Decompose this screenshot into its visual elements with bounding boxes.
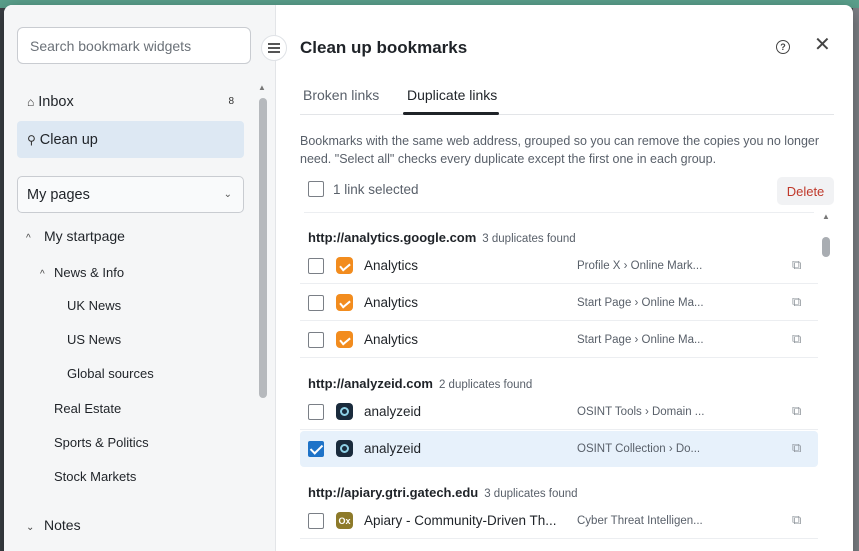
tree-item-uk-news[interactable]: UK News <box>67 298 121 313</box>
tree-item-label: My startpage <box>44 228 125 244</box>
group-url: http://analytics.google.com <box>308 230 477 245</box>
sidebar-scrollbar[interactable] <box>259 98 267 398</box>
table-row[interactable]: analyzeid OSINT Tools › Domain ... ⧉ <box>300 394 818 430</box>
google-analytics-favicon-icon <box>336 294 353 311</box>
tree-item-notes[interactable]: ⌄ Notes <box>26 517 81 533</box>
duplicate-count: 3 duplicates found <box>482 233 576 245</box>
list-scrollbar[interactable] <box>822 237 830 257</box>
tab-duplicate-links[interactable]: Duplicate links <box>407 87 497 103</box>
tree-item-news-info[interactable]: ^ News & Info <box>40 265 124 280</box>
sidebar-item-inbox[interactable]: ⌂ Inbox 8 <box>17 83 244 120</box>
external-link-icon[interactable]: ⧉ <box>792 294 801 310</box>
duplicate-count: 2 duplicates found <box>438 379 533 391</box>
scroll-up-arrow-icon[interactable]: ▲ <box>822 212 830 221</box>
duplicate-count: 3 duplicates found <box>484 488 578 500</box>
table-row[interactable]: analyzeid OSINT Collection › Do... ⧉ <box>300 431 818 467</box>
page-title: Clean up bookmarks <box>300 38 468 57</box>
bookmark-path: Profile X › Online Mark... <box>577 260 703 272</box>
tree-item-real-estate[interactable]: Real Estate <box>54 401 121 416</box>
sidebar-item-label: Clean up <box>39 131 98 148</box>
bookmark-path: Start Page › Online Ma... <box>577 334 704 346</box>
group-header: http://analyzeid.com 2 duplicates found <box>308 376 532 391</box>
select-all-row: 1 link selected <box>308 181 419 197</box>
sidebar-toggle-button[interactable] <box>261 35 287 61</box>
table-row[interactable]: Analytics Profile X › Online Mark... ⧉ <box>300 248 818 284</box>
tree-item-label: Notes <box>44 517 81 533</box>
bookmark-path: OSINT Tools › Domain ... <box>577 406 705 418</box>
tree-item-us-news[interactable]: US News <box>67 332 121 347</box>
google-analytics-favicon-icon <box>336 331 353 348</box>
external-link-icon[interactable]: ⧉ <box>792 257 801 273</box>
row-checkbox[interactable] <box>308 513 324 529</box>
analyzeid-favicon-icon <box>336 403 353 420</box>
inbox-icon: ⌂ <box>27 94 35 109</box>
group-header: http://apiary.gtri.gatech.edu 3 duplicate… <box>308 485 578 500</box>
bookmark-path: Cyber Threat Intelligen... <box>577 515 703 527</box>
table-row[interactable]: Ox Apiary - Community-Driven Th... Cyber… <box>300 503 818 539</box>
bookmark-name: analyzeid <box>364 404 422 419</box>
scroll-up-arrow-icon[interactable]: ▲ <box>258 83 266 92</box>
external-link-icon[interactable]: ⧉ <box>792 440 801 456</box>
divider <box>304 212 814 213</box>
tab-broken-links[interactable]: Broken links <box>303 87 379 103</box>
bookmark-name: Analytics <box>364 332 419 347</box>
main-panel: Clean up bookmarks ? ✕ Broken links Dupl… <box>276 5 853 551</box>
sidebar: Search bookmark widgets ⌂ Inbox 8 ⚲ Clea… <box>4 5 276 551</box>
bookmark-name: analyzeid <box>364 441 422 456</box>
apiary-favicon-icon: Ox <box>336 512 353 529</box>
bookmark-path: Start Page › Online Ma... <box>577 297 704 309</box>
tree-item-global-sources[interactable]: Global sources <box>67 366 154 381</box>
group-url: http://analyzeid.com <box>308 376 433 391</box>
menu-icon <box>268 47 280 49</box>
google-analytics-favicon-icon <box>336 257 353 274</box>
help-icon[interactable]: ? <box>776 40 790 54</box>
chevron-up-icon: ^ <box>26 233 31 244</box>
pages-dropdown-value: My pages <box>27 187 90 203</box>
selection-count-label: 1 link selected <box>333 181 419 197</box>
select-all-checkbox[interactable] <box>308 181 324 197</box>
tree-item-sports-politics[interactable]: Sports & Politics <box>54 435 149 450</box>
external-link-icon[interactable]: ⧉ <box>792 331 801 347</box>
bookmark-path: OSINT Collection › Do... <box>577 443 701 455</box>
chevron-up-icon: ^ <box>40 269 45 280</box>
inbox-count-badge: 8 <box>228 96 234 107</box>
external-link-icon[interactable]: ⧉ <box>792 403 801 419</box>
bookmark-name: Analytics <box>364 258 419 273</box>
analyzeid-favicon-icon <box>336 440 353 457</box>
background-edge <box>853 8 859 551</box>
tree-item-my-startpage[interactable]: ^ My startpage <box>26 228 125 244</box>
row-checkbox[interactable] <box>308 332 324 348</box>
external-link-icon[interactable]: ⧉ <box>792 512 801 528</box>
group-url: http://apiary.gtri.gatech.edu <box>308 485 479 500</box>
bookmark-name: Analytics <box>364 295 419 310</box>
sidebar-item-cleanup[interactable]: ⚲ Clean up <box>17 121 244 158</box>
close-icon[interactable]: ✕ <box>814 35 831 55</box>
description-text: Bookmarks with the same web address, gro… <box>300 134 820 166</box>
delete-button[interactable]: Delete <box>777 177 834 205</box>
table-row[interactable]: Analytics Start Page › Online Ma... ⧉ <box>300 285 818 321</box>
tree-item-stock-markets[interactable]: Stock Markets <box>54 469 136 484</box>
tree-item-label: News & Info <box>54 265 125 280</box>
pages-dropdown[interactable]: My pages ⌄ <box>17 176 244 213</box>
chevron-down-icon: ⌄ <box>26 522 35 533</box>
row-checkbox[interactable] <box>308 295 324 311</box>
chevron-down-icon: ⌄ <box>223 189 232 200</box>
row-checkbox[interactable] <box>308 441 324 457</box>
sidebar-item-label: Inbox <box>38 93 74 110</box>
bookmark-name: Apiary - Community-Driven Th... <box>364 513 557 528</box>
row-checkbox[interactable] <box>308 258 324 274</box>
search-input[interactable]: Search bookmark widgets <box>17 27 251 64</box>
wrench-icon: ⚲ <box>27 132 36 147</box>
active-tab-indicator <box>403 112 499 115</box>
group-header: http://analytics.google.com 3 duplicates … <box>308 230 576 245</box>
tab-bar: Broken links Duplicate links <box>300 85 834 115</box>
cleanup-dialog: Search bookmark widgets ⌂ Inbox 8 ⚲ Clea… <box>4 5 853 551</box>
table-row[interactable]: Analytics Start Page › Online Ma... ⧉ <box>300 322 818 358</box>
row-checkbox[interactable] <box>308 404 324 420</box>
